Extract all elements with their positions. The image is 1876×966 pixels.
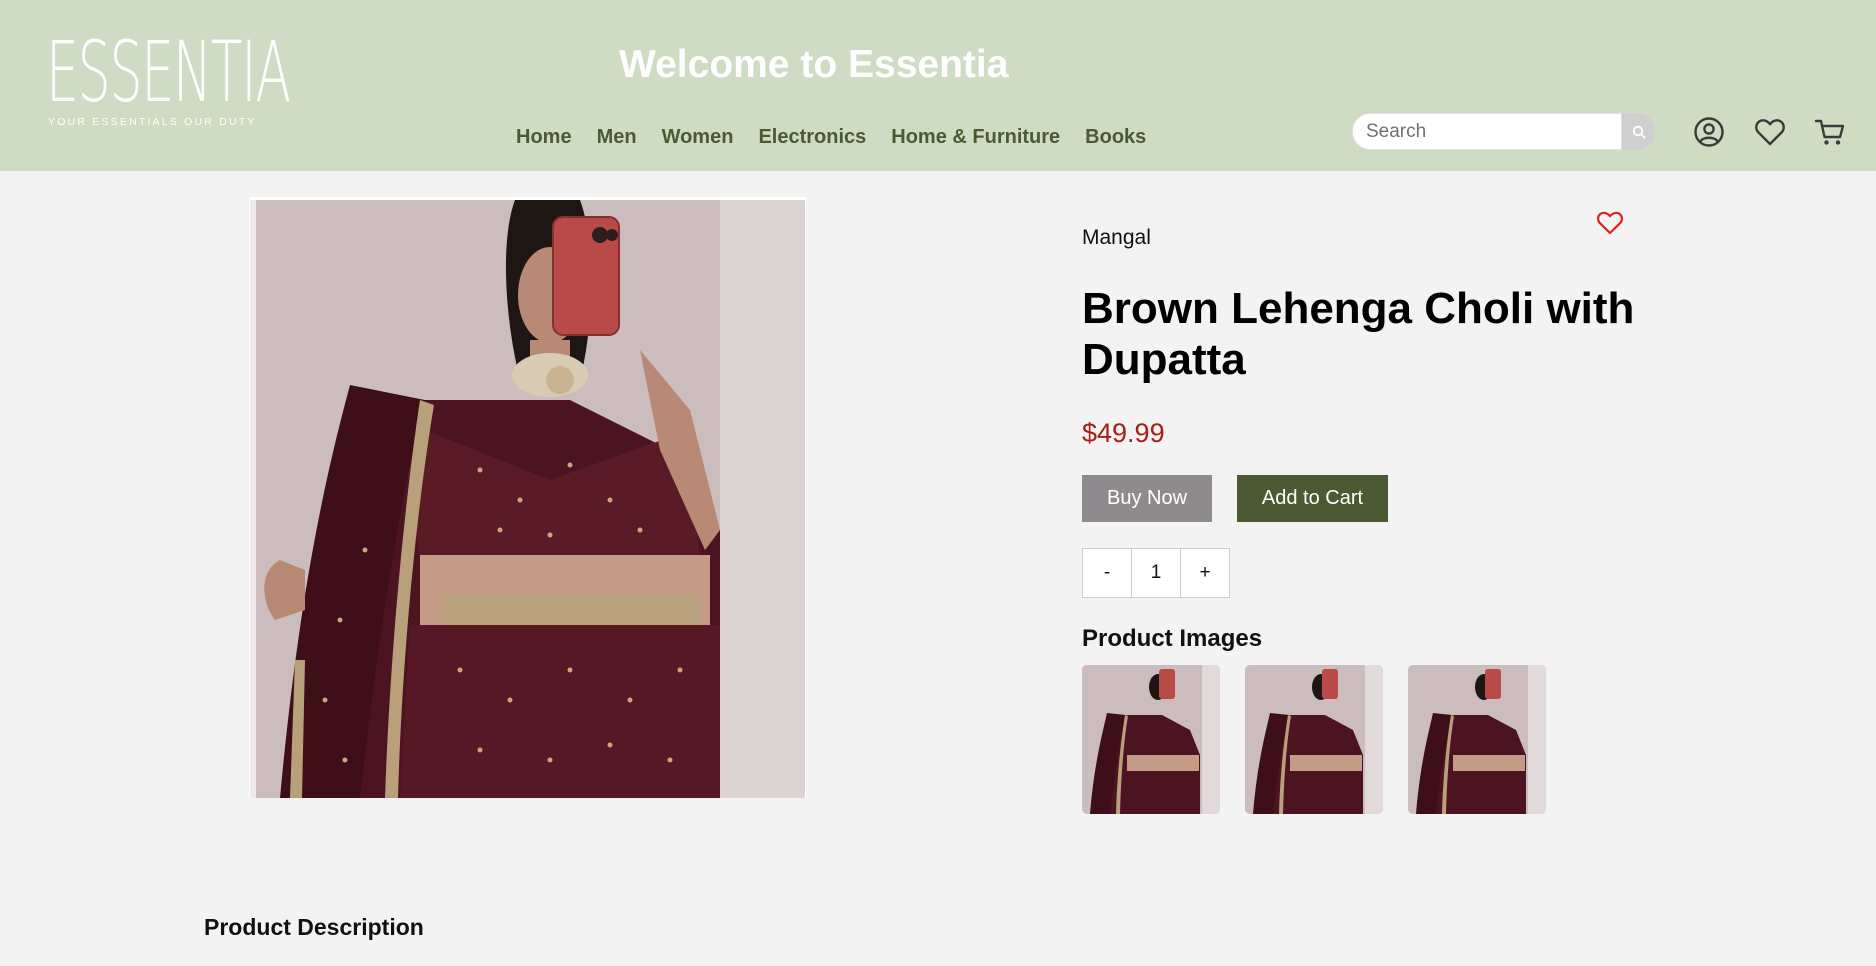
buy-now-button[interactable]: Buy Now — [1082, 475, 1212, 522]
product-description-heading: Product Description — [204, 914, 424, 940]
add-to-wishlist-button[interactable] — [1596, 210, 1624, 236]
nav-books[interactable]: Books — [1085, 126, 1146, 149]
product-thumbnail[interactable] — [1408, 665, 1546, 814]
search-input[interactable] — [1352, 113, 1622, 150]
heart-icon — [1596, 211, 1624, 235]
cart-button[interactable] — [1813, 115, 1847, 149]
nav-electronics[interactable]: Electronics — [758, 126, 866, 149]
logo-wordmark: ESSENTIA — [46, 23, 291, 121]
cart-icon — [1814, 119, 1845, 145]
search-box — [1352, 113, 1655, 150]
product-thumbnail[interactable] — [1245, 665, 1383, 814]
product-thumbnail[interactable] — [1082, 665, 1220, 814]
logo-tagline: YOUR ESSENTIALS OUR DUTY — [48, 116, 257, 128]
account-icon — [1694, 117, 1724, 147]
product-title: Brown Lehenga Choli with Dupatta — [1082, 284, 1635, 384]
nav-home-furniture[interactable]: Home & Furniture — [891, 126, 1060, 149]
quantity-increase-button[interactable]: + — [1180, 548, 1230, 598]
wishlist-icon — [1755, 119, 1785, 146]
quantity-value: 1 — [1131, 548, 1181, 598]
thumbnail-gallery — [1082, 665, 1571, 814]
main-nav: Home Men Women Electronics Home & Furnit… — [516, 126, 1171, 149]
main-product-image — [249, 197, 806, 798]
site-header: ESSENTIA YOUR ESSENTIALS OUR DUTY Welcom… — [0, 0, 1876, 171]
wishlist-button[interactable] — [1753, 115, 1787, 149]
quantity-stepper: - 1 + — [1082, 548, 1230, 598]
add-to-cart-button[interactable]: Add to Cart — [1237, 475, 1388, 522]
quantity-decrease-button[interactable]: - — [1082, 548, 1132, 598]
essentia-logo[interactable]: ESSENTIA YOUR ESSENTIALS OUR DUTY — [46, 30, 291, 132]
product-images-heading: Product Images — [1082, 625, 1263, 652]
nav-men[interactable]: Men — [597, 126, 637, 149]
search-icon — [1632, 125, 1646, 139]
product-brand: Mangal — [1082, 226, 1151, 249]
nav-home[interactable]: Home — [516, 126, 572, 149]
nav-women[interactable]: Women — [662, 126, 734, 149]
welcome-title: Welcome to Essentia — [619, 43, 1009, 86]
search-button[interactable] — [1622, 113, 1655, 150]
account-button[interactable] — [1692, 115, 1726, 149]
product-price: $49.99 — [1082, 418, 1165, 448]
